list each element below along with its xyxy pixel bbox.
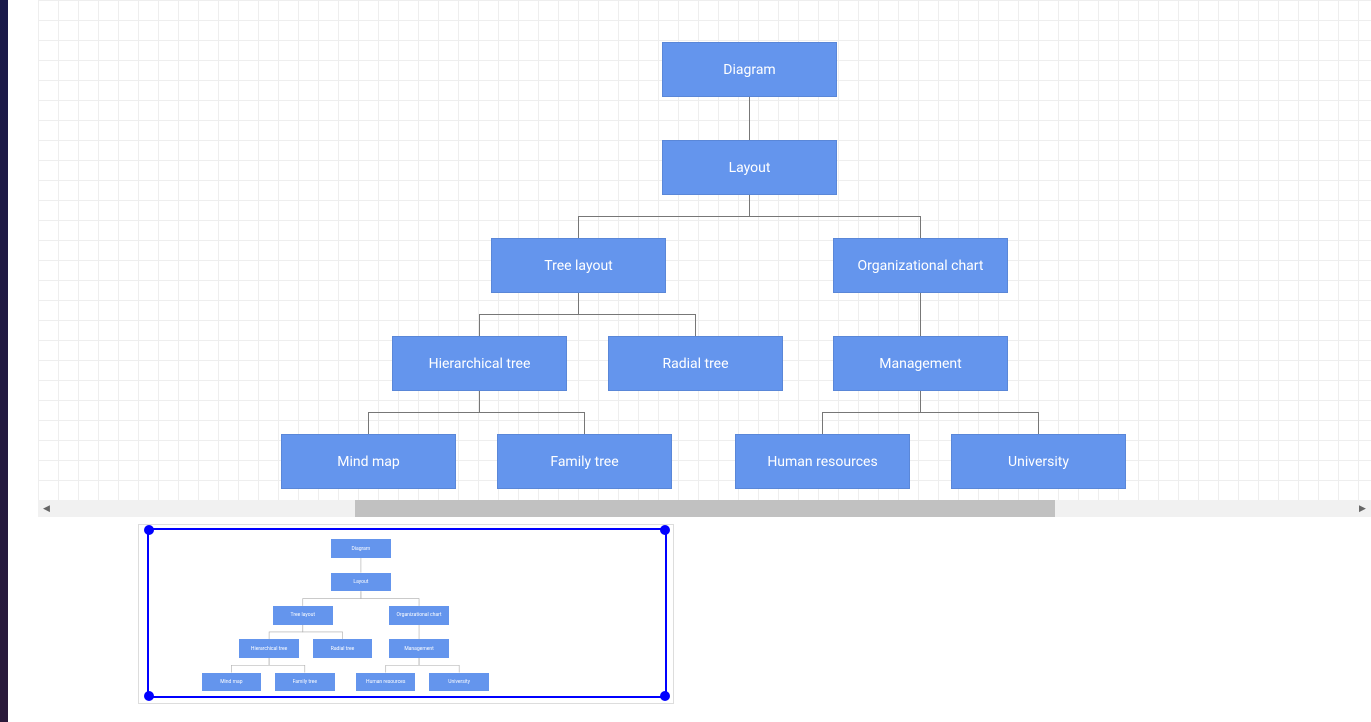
diagram-node[interactable]: Layout [662,140,837,195]
overview-node: Radial tree [313,639,373,658]
diagram-node[interactable]: Family tree [497,434,672,489]
overview-panel[interactable]: Diagram Layout Tree layout Organizational c… [138,524,674,704]
overview-node: Human resources [356,673,416,692]
viewport-handle-top-left[interactable] [144,525,154,535]
diagram-canvas[interactable]: Diagram Layout Tree layout Organizational c… [38,0,1371,500]
overview-node: University [429,673,489,692]
overview-node: Tree layout [273,606,333,625]
viewport-handle-top-right[interactable] [660,525,670,535]
diagram-node[interactable]: University [951,434,1126,489]
overview-node: Mind map [202,673,262,692]
overview-node: Organizational chart [389,606,449,625]
horizontal-scrollbar[interactable]: ◀ ▶ [38,500,1371,517]
viewport-handle-bottom-left[interactable] [144,691,154,701]
scroll-left-arrow-icon[interactable]: ◀ [38,500,55,517]
diagram-node[interactable]: Management [833,336,1008,391]
diagram-surface[interactable]: Diagram Layout Tree layout Organizational c… [38,0,1371,500]
scroll-track[interactable] [55,500,1354,517]
diagram-node[interactable]: Tree layout [491,238,666,293]
diagram-node[interactable]: Mind map [281,434,456,489]
overview-node: Hierarchical tree [239,639,299,658]
scroll-thumb[interactable] [355,500,1055,517]
app-left-edge [0,0,8,722]
overview-node: Family tree [275,673,335,692]
overview-surface[interactable]: Diagram Layout Tree layout Organizational c… [139,525,673,703]
overview-node: Management [389,639,449,658]
scroll-right-arrow-icon[interactable]: ▶ [1354,500,1371,517]
diagram-node[interactable]: Radial tree [608,336,783,391]
diagram-node[interactable]: Human resources [735,434,910,489]
viewport-handle-bottom-right[interactable] [660,691,670,701]
diagram-node[interactable]: Organizational chart [833,238,1008,293]
diagram-node[interactable]: Hierarchical tree [392,336,567,391]
overview-node: Diagram [331,539,391,558]
diagram-node[interactable]: Diagram [662,42,837,97]
overview-node: Layout [331,573,391,592]
